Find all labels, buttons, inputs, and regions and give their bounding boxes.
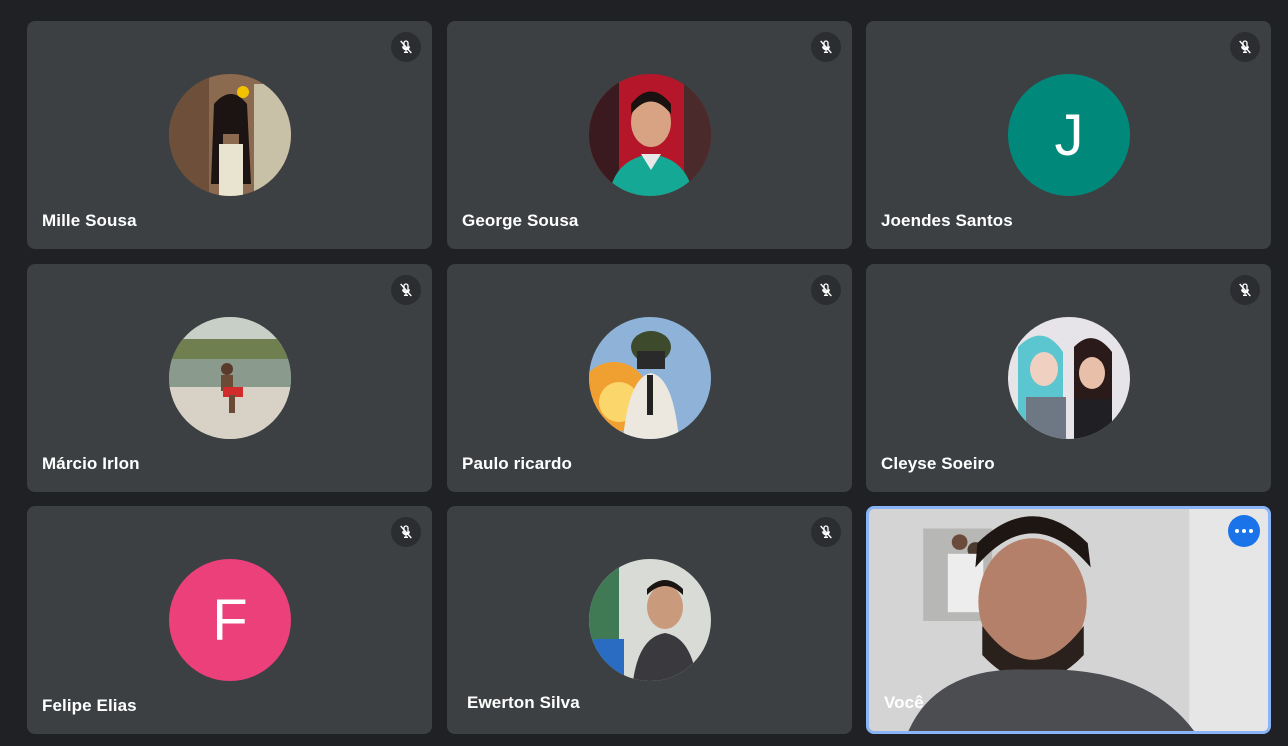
self-video-tile[interactable]: Você [866, 506, 1271, 734]
participant-name: Mille Sousa [42, 211, 137, 230]
mic-off-icon [391, 517, 421, 547]
participant-name: Ewerton Silva [467, 693, 580, 712]
avatar [589, 559, 711, 681]
participant-tile[interactable]: Ewerton Silva [447, 506, 852, 734]
avatar [169, 74, 291, 196]
mic-off-icon [1230, 32, 1260, 62]
mic-off-icon [811, 517, 841, 547]
avatar [589, 74, 711, 196]
participant-name: Paulo ricardo [462, 454, 572, 473]
avatar [1008, 317, 1130, 439]
participant-tile[interactable]: J Joendes Santos [866, 21, 1271, 249]
participant-tile[interactable]: Márcio Irlon [27, 264, 432, 492]
mic-off-icon [391, 275, 421, 305]
participant-tile[interactable]: Mille Sousa [27, 21, 432, 249]
avatar [589, 317, 711, 439]
mic-off-icon [811, 32, 841, 62]
mic-off-icon [1230, 275, 1260, 305]
participant-name: Felipe Elias [42, 696, 137, 715]
participant-name: Márcio Irlon [42, 454, 140, 473]
participant-name: George Sousa [462, 211, 579, 230]
avatar [169, 317, 291, 439]
participants-grid: Mille Sousa George Sousa J Joendes Santo… [0, 0, 1288, 746]
participant-tile[interactable]: Paulo ricardo [447, 264, 852, 492]
participant-name: Joendes Santos [881, 211, 1013, 230]
self-video-feed [869, 509, 1268, 731]
participant-tile[interactable]: Cleyse Soeiro [866, 264, 1271, 492]
avatar-initial: F [212, 587, 248, 653]
more-options-icon[interactable] [1228, 515, 1260, 547]
participant-tile[interactable]: George Sousa [447, 21, 852, 249]
avatar-letter: F [169, 559, 291, 681]
participant-tile[interactable]: F Felipe Elias [27, 506, 432, 734]
mic-off-icon [391, 32, 421, 62]
mic-off-icon [811, 275, 841, 305]
participant-name: Cleyse Soeiro [881, 454, 995, 473]
participant-name: Você [884, 693, 924, 712]
avatar-letter: J [1008, 74, 1130, 196]
avatar-initial: J [1054, 102, 1084, 168]
